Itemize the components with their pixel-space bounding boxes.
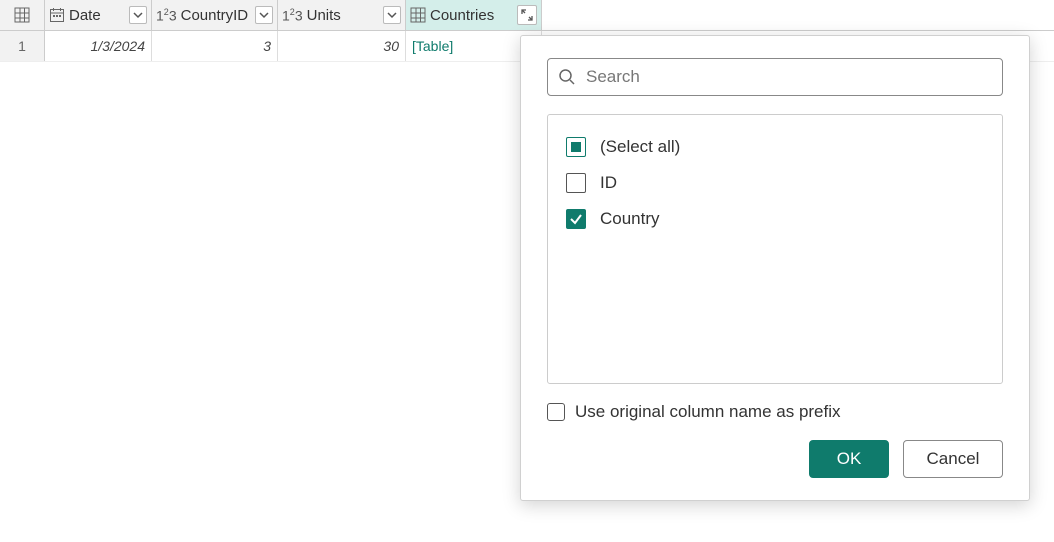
prefix-option[interactable]: Use original column name as prefix (547, 402, 1003, 422)
number-type-icon: 123 (282, 7, 303, 24)
column-label: Date (69, 7, 125, 24)
expand-icon (520, 8, 534, 22)
search-box[interactable] (547, 58, 1003, 96)
search-icon (558, 68, 576, 86)
checkbox-checked[interactable] (566, 209, 586, 229)
table-icon (410, 7, 426, 23)
expand-column-flyout: (Select all) ID Country Use original col… (520, 35, 1030, 501)
chevron-down-icon (133, 10, 143, 20)
cell-units[interactable]: 30 (278, 31, 406, 61)
column-header-date[interactable]: Date (45, 0, 152, 30)
chevron-down-icon (259, 10, 269, 20)
select-all-row[interactable]: (Select all) (566, 129, 984, 165)
chevron-down-icon (387, 10, 397, 20)
column-header-units[interactable]: 123 Units (278, 0, 406, 30)
prefix-label: Use original column name as prefix (575, 402, 841, 422)
column-header-countries[interactable]: Countries (406, 0, 542, 30)
column-filter-button[interactable] (129, 6, 147, 24)
expand-column-button[interactable] (517, 5, 537, 25)
check-icon (569, 212, 583, 226)
column-label: CountryID (181, 7, 251, 24)
column-filter-button[interactable] (383, 6, 401, 24)
cancel-button[interactable]: Cancel (903, 440, 1003, 478)
search-input[interactable] (584, 66, 992, 88)
cell-countryid[interactable]: 3 (152, 31, 278, 61)
checkbox-unchecked[interactable] (566, 173, 586, 193)
ok-button[interactable]: OK (809, 440, 889, 478)
option-label: ID (600, 173, 617, 193)
row-number: 1 (0, 31, 45, 61)
table-icon (14, 7, 30, 23)
column-header-countryid[interactable]: 123 CountryID (152, 0, 278, 30)
cell-date[interactable]: 1/3/2024 (45, 31, 152, 61)
calendar-icon (49, 7, 65, 23)
grid-header-row: Date 123 CountryID 123 Units Coun (0, 0, 1054, 31)
column-option-id[interactable]: ID (566, 165, 984, 201)
select-all-corner[interactable] (0, 0, 45, 30)
number-type-icon: 123 (156, 7, 177, 24)
select-all-label: (Select all) (600, 137, 680, 157)
column-filter-button[interactable] (255, 6, 273, 24)
dialog-buttons: OK Cancel (547, 440, 1003, 478)
column-label: Units (307, 7, 379, 24)
column-option-country[interactable]: Country (566, 201, 984, 237)
column-checklist: (Select all) ID Country (547, 114, 1003, 384)
checkbox-indeterminate[interactable] (566, 137, 586, 157)
checkbox-unchecked[interactable] (547, 403, 565, 421)
option-label: Country (600, 209, 660, 229)
column-label: Countries (430, 7, 513, 24)
